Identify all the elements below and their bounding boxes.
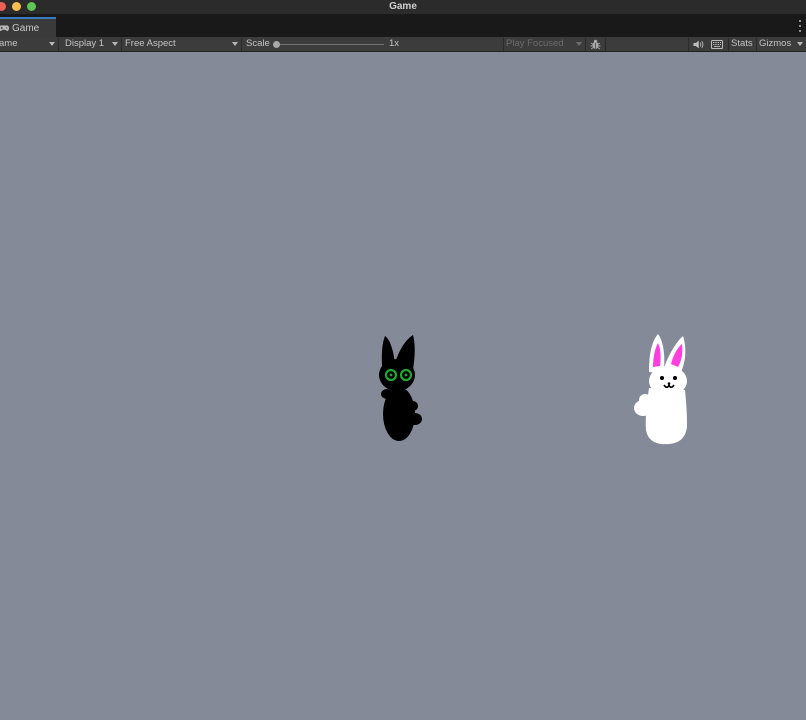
chevron-down-icon <box>232 42 238 46</box>
chevron-down-icon <box>576 42 582 46</box>
aspect-dropdown[interactable]: Free Aspect <box>125 37 239 52</box>
stats-toggle[interactable]: Stats <box>731 37 753 52</box>
game-view-toolbar: ame Display 1 Free Aspect Scale 1x Play … <box>0 37 806 52</box>
display-dropdown[interactable]: Display 1 <box>65 37 119 52</box>
chevron-down-icon <box>112 42 118 46</box>
tab-game[interactable]: Game <box>0 17 56 37</box>
gamepad-icon <box>0 25 9 31</box>
game-viewport[interactable] <box>0 52 806 720</box>
title-bar: Game <box>0 0 806 14</box>
shortcuts-button[interactable] <box>708 38 726 51</box>
display-label: Display 1 <box>65 38 105 49</box>
chevron-down-icon <box>797 42 803 46</box>
white-bunny-sprite[interactable] <box>631 332 693 447</box>
more-options-icon[interactable] <box>798 20 802 32</box>
bunny-eye-right <box>673 376 677 380</box>
tab-strip: Game <box>0 14 806 37</box>
chevron-down-icon <box>49 42 55 46</box>
bug-icon <box>590 39 600 50</box>
play-mode-dropdown[interactable]: Play Focused <box>506 37 586 52</box>
aspect-label: Free Aspect <box>125 38 176 49</box>
black-bunny-sprite[interactable] <box>376 334 424 444</box>
scale-slider-handle[interactable] <box>273 41 280 48</box>
view-mode-label: ame <box>0 38 18 49</box>
scale-slider-track[interactable] <box>276 44 384 45</box>
gizmos-toggle[interactable]: Gizmos <box>759 37 791 52</box>
window-title: Game <box>389 1 417 12</box>
speaker-icon <box>693 40 703 49</box>
scale-label: Scale <box>246 38 270 49</box>
tab-label: Game <box>12 22 40 34</box>
mute-audio-button[interactable] <box>690 38 706 51</box>
view-mode-dropdown[interactable]: ame <box>0 37 56 52</box>
scale-value: 1x <box>389 38 400 49</box>
keyboard-icon <box>711 40 723 49</box>
frame-debugger-button[interactable] <box>587 38 603 51</box>
bunny-eye-left <box>660 376 664 380</box>
play-mode-label: Play Focused <box>506 38 564 49</box>
